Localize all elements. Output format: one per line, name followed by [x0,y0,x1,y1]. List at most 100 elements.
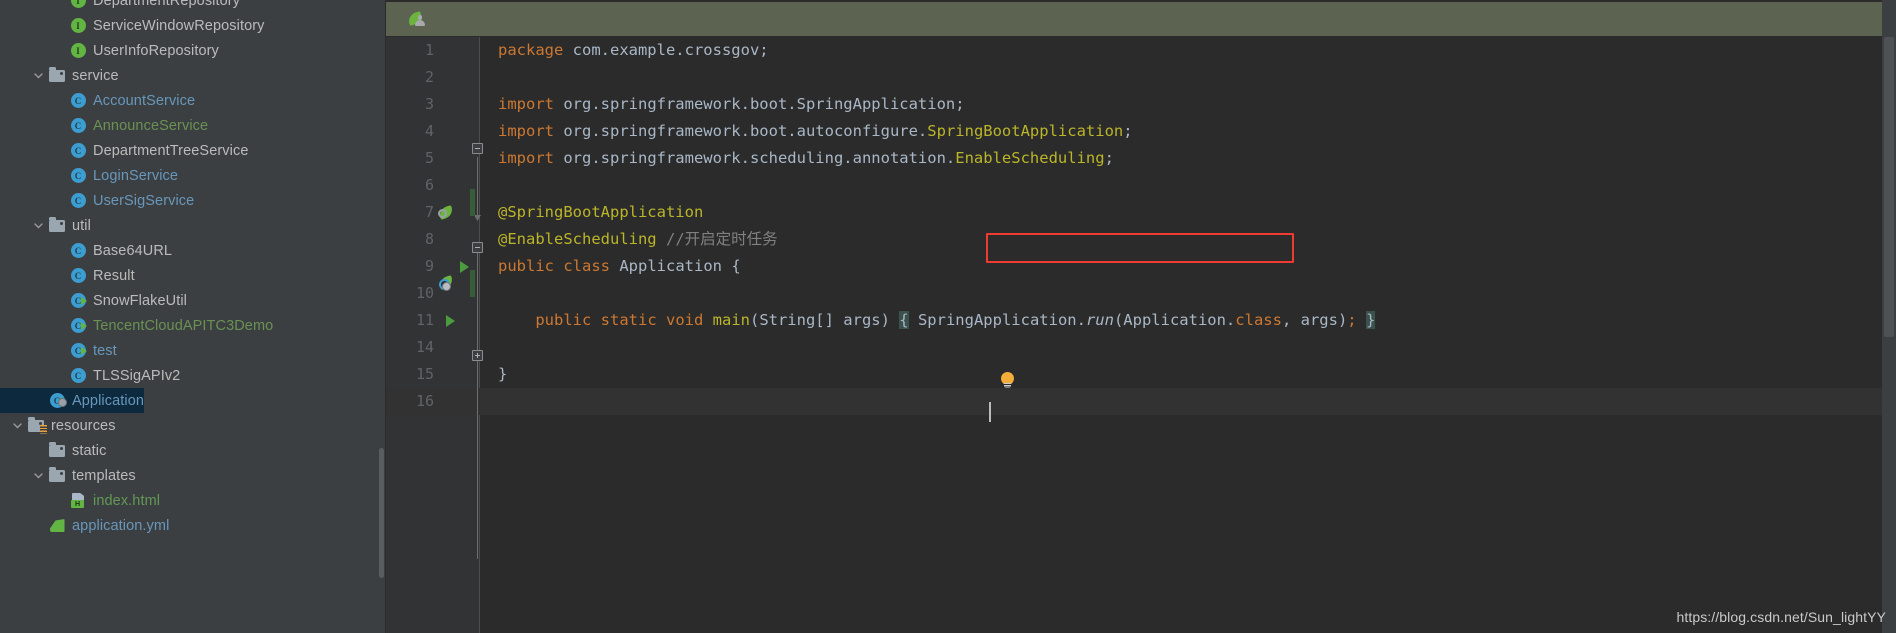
chevron-down-icon[interactable] [29,213,47,238]
tree-item-result[interactable]: CResult [0,263,135,288]
tree-item-label: application.yml [67,518,169,534]
tree-item-departmenttreeservice[interactable]: CDepartmentTreeService [0,138,248,163]
project-tree-scrollbar-thumb[interactable] [379,448,384,578]
code-line-7[interactable]: 7 @SpringBootApplication [386,199,1896,226]
code-line-1[interactable]: 1package com.example.crossgov; [386,37,1896,64]
code-token: { [899,311,908,329]
tree-item-label: service [67,68,119,84]
class-icon: C [68,263,88,288]
code-line-10[interactable]: 10 [386,280,1896,307]
tree-item-label: UserSigService [88,193,194,209]
chevron-down-icon[interactable] [29,463,47,488]
code-token: run [1086,311,1114,329]
fold-expand-marker-method[interactable] [472,350,483,361]
code-line-14[interactable]: 14 [386,334,1896,361]
tree-item-announceservice[interactable]: CAnnounceService [0,113,208,138]
tree-item-servicewindowrepository[interactable]: IServiceWindowRepository [0,13,265,38]
tree-item-service[interactable]: service [0,63,119,88]
spring-boot-tab-icon [408,11,426,27]
editor-scrollbar-track[interactable] [1882,0,1896,633]
code-token: ; [1347,311,1356,329]
fold-collapse-marker-class[interactable] [472,242,483,253]
tree-item-departmentrepository[interactable]: IDepartmentRepository [0,0,240,13]
tree-item-resources[interactable]: resources [0,413,116,438]
editor-tab-bar[interactable] [386,0,1896,37]
code-line-6[interactable]: 6 [386,172,1896,199]
vcs-change-marker-line5[interactable] [470,189,475,216]
tree-item-tencentcloudapitc3demo[interactable]: CTencentCloudAPITC3Demo [0,313,273,338]
spring-bean-gutter-icon-line9[interactable] [438,274,455,291]
code-token: import [498,95,563,113]
chevron-down-icon[interactable] [8,413,26,438]
fold-collapse-marker[interactable] [472,143,483,154]
code-line-11[interactable]: 11 public static void main(String[] args… [386,307,1896,334]
tree-item-application-yml[interactable]: application.yml [0,513,169,538]
tree-item-label: Application [67,393,144,409]
line-number: 14 [386,334,434,361]
tree-item-usersigservice[interactable]: CUserSigService [0,188,194,213]
code-line-8[interactable]: 8@EnableScheduling //开启定时任务 [386,226,1896,253]
tree-item-tlssigapiv2[interactable]: CTLSSigAPIv2 [0,363,180,388]
html-file-icon: H [68,488,88,513]
run-class-gutter-icon-line9[interactable] [460,261,469,273]
runnable-class-icon: C [68,338,88,363]
class-icon: C [68,138,88,163]
code-line-text: public static void main(String[] args) {… [498,307,1375,334]
code-token: (Application. [1114,311,1235,329]
code-editor-panel[interactable]: 1package com.example.crossgov;23import o… [386,0,1896,633]
tree-item-test[interactable]: Ctest [0,338,117,363]
tree-item-accountservice[interactable]: CAccountService [0,88,195,113]
code-line-text: public class Application { [498,253,741,280]
intention-bulb-icon[interactable] [1000,372,1015,389]
line-number: 2 [386,64,434,91]
spring-bean-gutter-icon-line7[interactable] [438,204,455,221]
code-line-text: @SpringBootApplication [498,199,703,226]
tree-item-util[interactable]: util [0,213,91,238]
run-method-gutter-icon-line11[interactable] [446,315,455,327]
class-icon: C [68,163,88,188]
chevron-down-icon[interactable] [29,63,47,88]
code-area[interactable]: 1package com.example.crossgov;23import o… [386,37,1896,633]
tree-item-static[interactable]: static [0,438,106,463]
code-token: Application [619,257,722,275]
tree-item-snowflakeutil[interactable]: CSnowFlakeUtil [0,288,187,313]
code-token: } [498,365,507,383]
code-line-16[interactable]: 16 [386,388,1896,415]
vcs-change-marker-line8[interactable] [470,270,475,297]
project-tree-panel[interactable]: IDepartmentRepositoryIServiceWindowRepos… [0,0,386,633]
code-token [657,230,666,248]
tree-item-application[interactable]: CApplication [0,388,144,413]
tree-item-label: static [67,443,106,459]
line-number: 4 [386,118,434,145]
watermark-text: https://blog.csdn.net/Sun_lightYY [1676,609,1886,625]
code-line-9[interactable]: 9public class Application { [386,253,1896,280]
ide-window: IDepartmentRepositoryIServiceWindowRepos… [0,0,1896,633]
line-number: 1 [386,37,434,64]
code-line-5[interactable]: 5import org.springframework.scheduling.a… [386,145,1896,172]
tree-item-loginservice[interactable]: CLoginService [0,163,178,188]
tree-item-label: DepartmentTreeService [88,143,248,159]
code-line-4[interactable]: 4import org.springframework.boot.autocon… [386,118,1896,145]
tree-item-label: UserInfoRepository [88,43,219,59]
code-token: import [498,149,563,167]
class-icon: C [68,238,88,263]
tree-item-base64url[interactable]: CBase64URL [0,238,172,263]
code-line-15[interactable]: 15} [386,361,1896,388]
tree-item-index-html[interactable]: Hindex.html [0,488,160,513]
line-number: 7 [386,199,434,226]
tree-item-label: index.html [88,493,160,509]
code-token: class [563,257,619,275]
code-line-2[interactable]: 2 [386,64,1896,91]
editor-scrollbar-thumb[interactable] [1884,37,1894,337]
code-line-3[interactable]: 3import org.springframework.boot.SpringA… [386,91,1896,118]
tree-item-userinforepository[interactable]: IUserInfoRepository [0,38,219,63]
code-token: com.example.crossgov; [573,41,769,59]
code-token: EnableScheduling [955,149,1104,167]
line-number: 16 [386,388,434,415]
tree-item-label: TencentCloudAPITC3Demo [88,318,273,334]
folder-plain-icon [47,463,67,488]
folder-plain-icon [47,438,67,463]
tree-item-templates[interactable]: templates [0,463,136,488]
tree-item-label: DepartmentRepository [88,0,240,9]
project-tree-scrollbar-track[interactable] [377,0,386,633]
